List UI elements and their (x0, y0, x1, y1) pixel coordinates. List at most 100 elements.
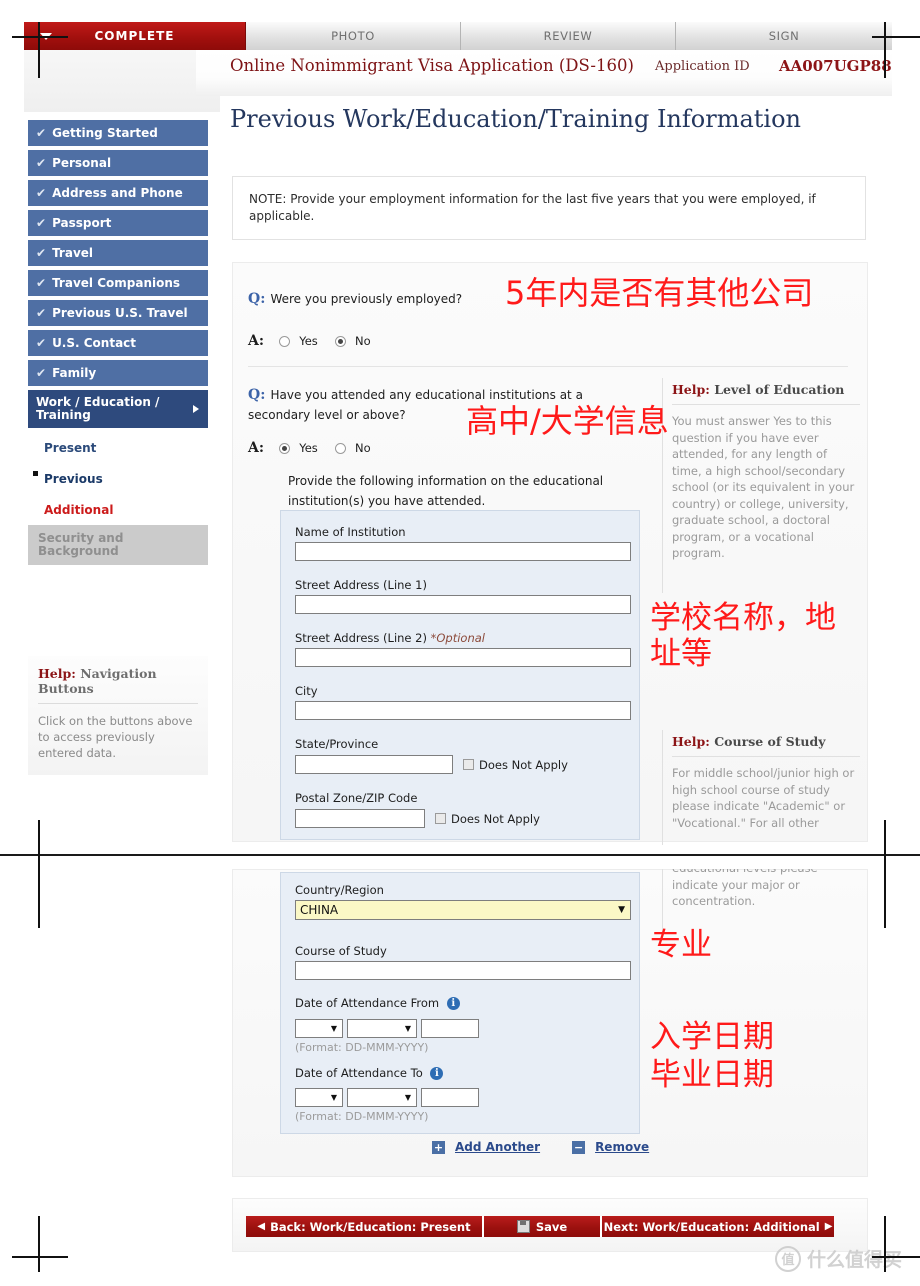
info-icon[interactable]: i (446, 997, 460, 1010)
help-level-of-education-title-text: Level of Education (714, 382, 845, 397)
radio-education-no[interactable] (334, 443, 346, 454)
label-date-from-text: Date of Attendance From (295, 996, 440, 1010)
check-icon: ✔ (36, 216, 47, 230)
help-course-of-study-box: Help: Course of Study For middle school/… (672, 734, 860, 831)
help-label: Help: (672, 734, 710, 749)
sidebar-item-family[interactable]: ✔ Family (28, 360, 208, 386)
question-label: Q: (248, 291, 266, 307)
sidebar-item-us-contact[interactable]: ✔ U.S. Contact (28, 330, 208, 356)
select-country-region[interactable]: CHINA ▼ (295, 900, 631, 920)
checkbox-icon[interactable] (463, 759, 474, 770)
field-group-date-from: Date of Attendance From i ▼ ▼ (Format: D… (281, 996, 639, 1054)
sidebar-item-label: Address and Phone (52, 186, 183, 200)
radio-employed-no-label: No (354, 334, 371, 348)
application-title: Online Nonimmigrant Visa Application (DS… (230, 56, 634, 75)
input-course-of-study[interactable] (295, 961, 631, 980)
label-street-address-line2: Street Address (Line 2) *Optional (295, 631, 625, 645)
check-icon: ✔ (36, 156, 47, 170)
crop-mark-mid-left-v2 (38, 872, 40, 928)
help-navigation-title: Help: Navigation Buttons (38, 666, 198, 704)
note-box: NOTE: Provide your employment informatio… (232, 176, 866, 240)
field-group-street1: Street Address (Line 1) (281, 578, 639, 614)
sidebar-item-personal[interactable]: ✔ Personal (28, 150, 208, 176)
label-state-province: State/Province (295, 737, 379, 751)
check-icon: ✔ (36, 246, 47, 260)
chevron-down-icon: ▼ (404, 1023, 411, 1033)
remove-link[interactable]: Remove (595, 1140, 649, 1154)
help-column-divider-2 (662, 730, 663, 938)
sidebar-item-address-and-phone[interactable]: ✔ Address and Phone (28, 180, 208, 206)
education-instruction-text: Provide the following information on the… (288, 474, 604, 508)
watermark: 值 什么值得买 (774, 1245, 902, 1272)
ann-major: 专业 (650, 927, 712, 963)
input-city[interactable] (295, 701, 631, 720)
plus-icon[interactable]: + (432, 1140, 445, 1154)
sidebar-item-label: Travel (52, 246, 94, 260)
select-month-to[interactable]: ▼ (347, 1088, 417, 1107)
label-date-of-attendance-to: Date of Attendance To i (295, 1066, 625, 1080)
select-month-from[interactable]: ▼ (347, 1018, 417, 1038)
crop-mark-top-right-h (872, 36, 920, 38)
input-state-province[interactable] (295, 755, 453, 774)
field-group-postal-zip: Postal Zone/ZIP Code Does Not Apply (281, 791, 639, 828)
radio-employed-no[interactable] (334, 336, 346, 347)
input-street-address-line1[interactable] (295, 595, 631, 614)
check-icon: ✔ (36, 126, 47, 140)
info-icon[interactable]: i (430, 1066, 444, 1080)
sidebar-subitem-previous[interactable]: Previous (28, 463, 208, 494)
sidebar-item-travel[interactable]: ✔ Travel (28, 240, 208, 266)
sidebar-subitem-label: Additional (44, 502, 114, 517)
sidebar-item-label: U.S. Contact (52, 336, 137, 350)
check-icon: ✔ (36, 366, 47, 380)
input-year-to[interactable] (421, 1088, 479, 1107)
checkbox-icon[interactable] (435, 813, 446, 824)
select-day-to[interactable]: ▼ (295, 1088, 343, 1107)
does-not-apply-state[interactable]: Does Not Apply (463, 758, 568, 772)
select-day-from[interactable]: ▼ (295, 1018, 343, 1038)
check-icon: ✔ (36, 186, 47, 200)
tab-review[interactable]: REVIEW (461, 22, 676, 50)
input-name-of-institution[interactable] (295, 542, 631, 561)
watermark-mark: 值 (774, 1245, 801, 1272)
tab-sign[interactable]: SIGN (676, 22, 892, 50)
question-label: Q: (248, 387, 266, 403)
sidebar-item-getting-started[interactable]: ✔ Getting Started (28, 120, 208, 146)
crop-mark-top-left-v (38, 22, 40, 78)
ann-school-name: 学校名称，地 址等 (650, 600, 836, 672)
save-button[interactable]: Save (484, 1216, 602, 1237)
back-button[interactable]: ◀ Back: Work/Education: Present (246, 1216, 484, 1237)
tab-sign-label: SIGN (768, 29, 800, 43)
crop-mark-bottom-left-v (38, 1216, 40, 1272)
crop-mark-mid-right-v2 (884, 872, 886, 928)
chevron-down-icon: ▼ (330, 1093, 337, 1102)
input-street-address-line2[interactable] (295, 648, 631, 667)
label-postal-zip: Postal Zone/ZIP Code (295, 791, 418, 805)
ann-education: 高中/大学信息 (466, 402, 669, 440)
ann-employment: 5年内是否有其他公司 (505, 274, 814, 312)
sidebar-subitem-present[interactable]: Present (28, 432, 208, 463)
sidebar-subitem-additional[interactable]: Additional (28, 494, 208, 525)
sidebar-item-security-and-background: Security and Background (28, 525, 208, 565)
check-icon: ✔ (36, 306, 47, 320)
sidebar-item-work-education-training[interactable]: Work / Education / Training (28, 390, 208, 428)
floppy-disk-icon (516, 1220, 530, 1233)
tab-photo[interactable]: PHOTO (246, 22, 461, 50)
label-country-region: Country/Region (295, 883, 384, 897)
does-not-apply-postal[interactable]: Does Not Apply (435, 812, 540, 826)
radio-education-yes[interactable] (279, 443, 291, 454)
input-postal-zip[interactable] (295, 809, 425, 828)
radio-employed-yes[interactable] (279, 336, 291, 347)
sidebar-item-travel-companions[interactable]: ✔ Travel Companions (28, 270, 208, 296)
sidebar-item-passport[interactable]: ✔ Passport (28, 210, 208, 236)
sidebar-item-previous-us-travel[interactable]: ✔ Previous U.S. Travel (28, 300, 208, 326)
add-another-link[interactable]: Add Another (455, 1140, 540, 1154)
minus-icon[interactable]: − (572, 1140, 586, 1154)
chevron-down-icon: ▼ (404, 1093, 411, 1102)
application-id-label: Application ID (655, 59, 750, 74)
input-year-from[interactable] (421, 1018, 479, 1038)
page-title: Previous Work/Education/Training Informa… (230, 105, 801, 133)
sidebar-item-label: Travel Companions (52, 276, 181, 290)
help-level-of-education-title: Help: Level of Education (672, 382, 860, 405)
application-id-value: AA007UGP88 (779, 57, 892, 75)
next-button[interactable]: Next: Work/Education: Additional ▶ (602, 1216, 834, 1237)
